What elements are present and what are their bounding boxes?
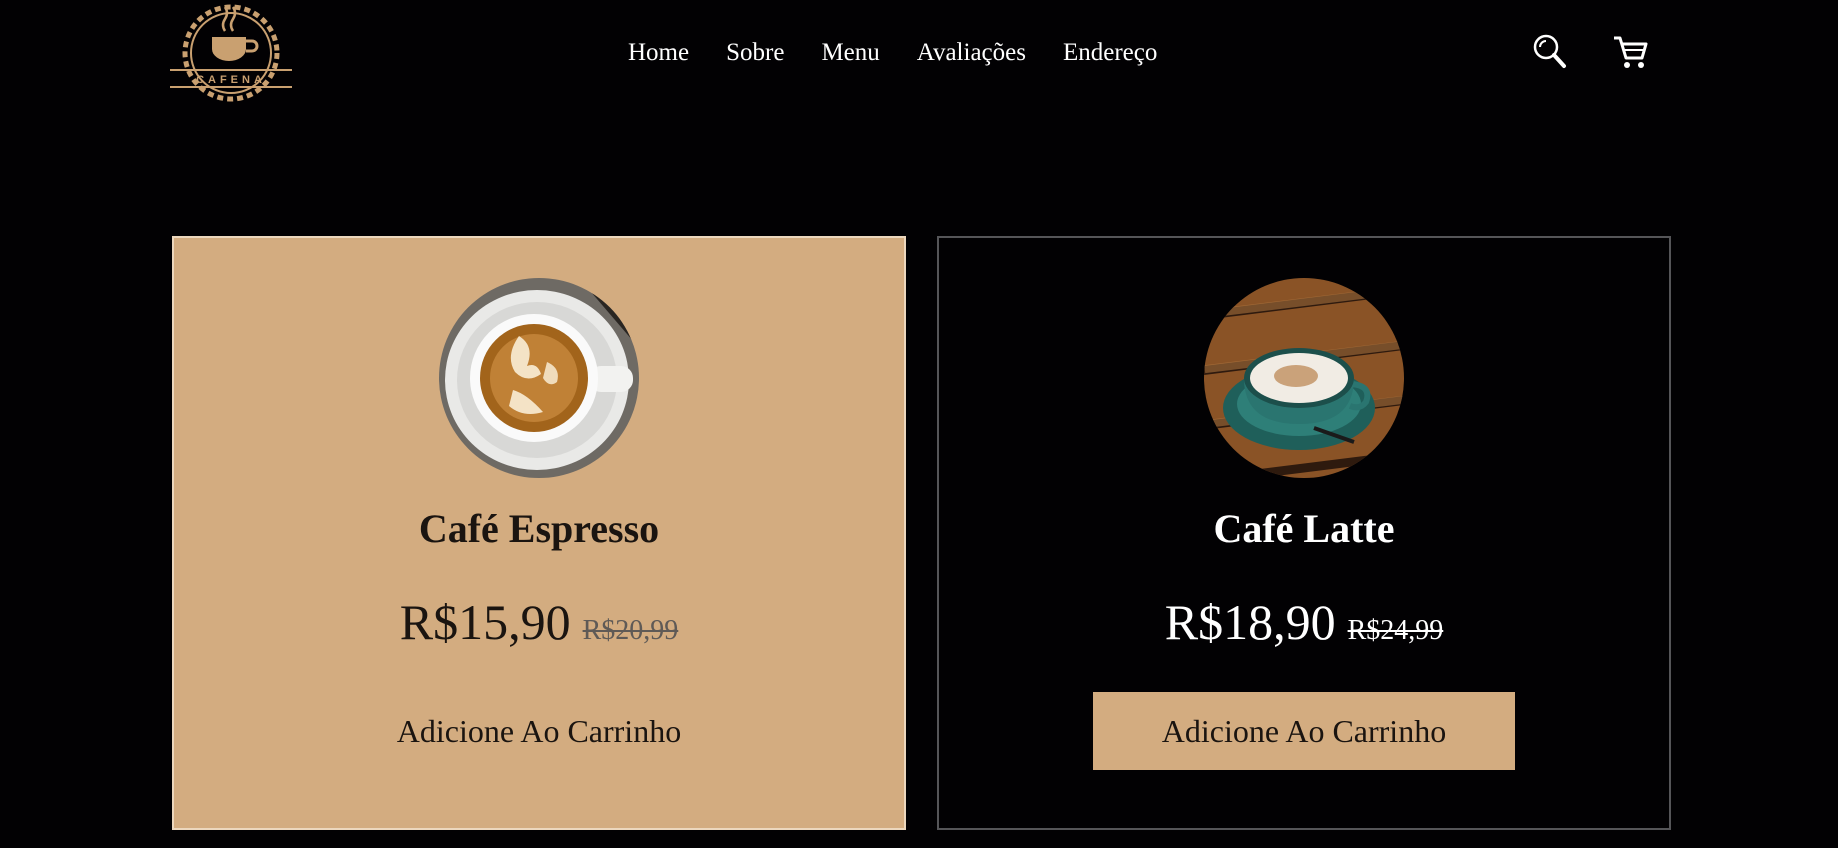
main-nav: Home Sobre Menu Avaliações Endereço — [628, 36, 1157, 70]
nav-menu[interactable]: Menu — [821, 36, 879, 70]
cart-icon[interactable] — [1612, 32, 1648, 72]
latte-photo — [1204, 278, 1404, 478]
product-card-espresso: Café Espresso R$15,90 R$20,99 Adicione A… — [172, 236, 906, 830]
product-card-latte: Café Latte R$18,90 R$24,99 Adicione Ao C… — [937, 236, 1671, 830]
old-price: R$24,99 — [1347, 615, 1444, 646]
current-price: R$18,90 — [1164, 594, 1336, 650]
old-price: R$20,99 — [582, 615, 679, 646]
nav-avaliacoes[interactable]: Avaliações — [917, 36, 1026, 70]
product-name: Café Latte — [1213, 506, 1395, 551]
logo-text: CAFENA — [196, 74, 266, 86]
cafena-logo[interactable]: CAFENA — [170, 1, 292, 103]
price-row: R$18,90 R$24,99 — [939, 592, 1669, 652]
product-name: Café Espresso — [418, 506, 660, 551]
add-to-cart-button[interactable]: Adicione Ao Carrinho — [328, 692, 750, 770]
nav-sobre[interactable]: Sobre — [726, 36, 784, 70]
search-icon[interactable] — [1532, 32, 1568, 72]
current-price: R$15,90 — [399, 594, 571, 650]
nav-home[interactable]: Home — [628, 36, 689, 70]
price-row: R$15,90 R$20,99 — [174, 592, 904, 652]
nav-endereco[interactable]: Endereço — [1063, 36, 1157, 70]
espresso-photo — [439, 278, 639, 478]
add-to-cart-button[interactable]: Adicione Ao Carrinho — [1093, 692, 1515, 770]
